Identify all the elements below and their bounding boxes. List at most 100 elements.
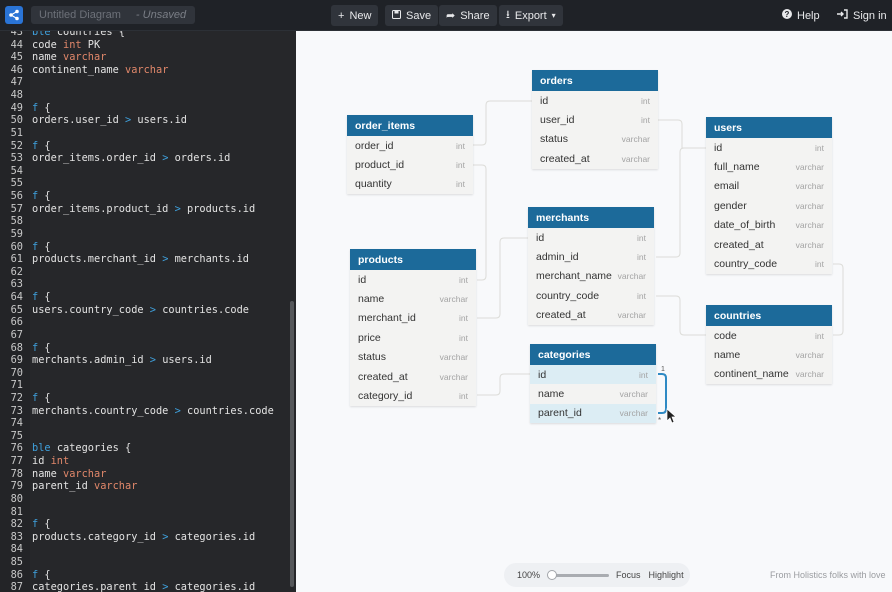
table-field-row[interactable]: code int xyxy=(706,326,832,345)
table-field-row[interactable]: created_at varchar xyxy=(350,367,476,386)
table-field-row[interactable]: id int xyxy=(532,91,658,110)
code-line[interactable]: 49 f { xyxy=(0,102,290,115)
table-header[interactable]: order_items xyxy=(347,115,473,136)
code-line[interactable]: 46 continent_name varchar xyxy=(0,64,290,77)
table-field-row[interactable]: continent_name varchar xyxy=(706,365,832,384)
code-line[interactable]: 80 xyxy=(0,493,290,506)
diagram-canvas[interactable]: 1 * orders id int user_id int status varchar cr… xyxy=(296,31,892,592)
save-button[interactable]: Save xyxy=(385,5,439,26)
table-field-row[interactable]: price int xyxy=(350,328,476,347)
code-line[interactable]: 58 xyxy=(0,215,290,228)
code-line[interactable]: 82 f { xyxy=(0,518,290,531)
table-field-row[interactable]: created_at varchar xyxy=(532,149,658,168)
table-field-row[interactable]: order_id int xyxy=(347,136,473,155)
table-field-row[interactable]: admin_id int xyxy=(528,247,654,266)
code-line[interactable]: 48 xyxy=(0,89,290,102)
export-button[interactable]: ⭳ Export ▾ xyxy=(499,5,563,26)
table-field-row[interactable]: gender varchar xyxy=(706,196,832,215)
table-field-row[interactable]: name varchar xyxy=(530,384,656,403)
table-countries[interactable]: countries code int name varchar continent_nam… xyxy=(706,305,832,385)
table-field-row[interactable]: id int xyxy=(530,365,656,385)
code-line[interactable]: 79 parent_id varchar xyxy=(0,480,290,493)
focus-button[interactable]: Focus xyxy=(616,570,641,580)
table-header[interactable]: merchants xyxy=(528,207,654,228)
table-field-row[interactable]: merchant_name varchar xyxy=(528,267,654,286)
app-logo-icon[interactable] xyxy=(5,6,23,24)
code-line[interactable]: 85 xyxy=(0,556,290,569)
table-field-row[interactable]: status varchar xyxy=(532,130,658,149)
table-field-row[interactable]: id int xyxy=(350,270,476,289)
table-field-row[interactable]: created_at varchar xyxy=(528,306,654,325)
editor-scrollbar[interactable] xyxy=(290,301,294,587)
code-line[interactable]: 81 xyxy=(0,506,290,519)
zoom-slider-handle[interactable] xyxy=(547,570,558,580)
code-line[interactable]: 78 name varchar xyxy=(0,468,290,481)
table-field-row[interactable]: full_name varchar xyxy=(706,157,832,176)
code-line[interactable]: 68 f { xyxy=(0,342,290,355)
table-field-row[interactable]: country_code int xyxy=(528,286,654,305)
sign-in-link[interactable]: Sign in xyxy=(837,5,887,26)
code-line[interactable]: 64 f { xyxy=(0,291,290,304)
table-field-row[interactable]: country_code int xyxy=(706,254,832,273)
table-field-row[interactable]: user_id int xyxy=(532,110,658,129)
table-field-row[interactable]: name varchar xyxy=(350,289,476,308)
help-link[interactable]: ? Help xyxy=(782,5,820,26)
code-line[interactable]: 76 ble categories { xyxy=(0,442,290,455)
code-line[interactable]: 47 xyxy=(0,76,290,89)
code-line[interactable]: 54 xyxy=(0,165,290,178)
table-order-items[interactable]: order_items order_id int product_id int quant… xyxy=(347,115,473,195)
code-line[interactable]: 71 xyxy=(0,379,290,392)
code-line[interactable]: 44 code int PK xyxy=(0,39,290,52)
code-line[interactable]: 83 products.category_id > categories.id xyxy=(0,531,290,544)
code-line[interactable]: 61 products.merchant_id > merchants.id xyxy=(0,253,290,266)
code-line[interactable]: 77 id int xyxy=(0,455,290,468)
code-line[interactable]: 56 f { xyxy=(0,190,290,203)
table-header[interactable]: orders xyxy=(532,70,658,91)
code-editor[interactable]: 43 ble countries {44 code int PK 45 name var… xyxy=(0,31,296,592)
code-line[interactable]: 57 order_items.product_id > products.id xyxy=(0,203,290,216)
zoom-slider[interactable] xyxy=(547,570,610,580)
table-products[interactable]: products id int name varchar merchant_id int pr… xyxy=(350,249,476,406)
share-button[interactable]: ➦ Share xyxy=(439,5,497,26)
diagram-title-input[interactable]: Untitled Diagram - Unsaved xyxy=(31,6,195,24)
table-header[interactable]: categories xyxy=(530,344,656,365)
table-field-row[interactable]: merchant_id int xyxy=(350,309,476,328)
table-categories[interactable]: categories id int name varchar parent_id varch… xyxy=(530,344,656,424)
table-field-row[interactable]: name varchar xyxy=(706,345,832,364)
code-line[interactable]: 74 xyxy=(0,417,290,430)
code-line[interactable]: 70 xyxy=(0,367,290,380)
code-line[interactable]: 55 xyxy=(0,177,290,190)
code-line[interactable]: 52 f { xyxy=(0,140,290,153)
table-orders[interactable]: orders id int user_id int status varchar create… xyxy=(532,70,658,169)
code-line[interactable]: 53 order_items.order_id > orders.id xyxy=(0,152,290,165)
code-line[interactable]: 72 f { xyxy=(0,392,290,405)
new-button[interactable]: + New xyxy=(331,5,379,26)
code-line[interactable]: 63 xyxy=(0,278,290,291)
table-field-row[interactable]: quantity int xyxy=(347,175,473,194)
table-merchants[interactable]: merchants id int admin_id int merchant_name va… xyxy=(528,207,654,325)
code-line[interactable]: 69 merchants.admin_id > users.id xyxy=(0,354,290,367)
code-line[interactable]: 87 categories.parent_id > categories.id xyxy=(0,581,290,592)
code-line[interactable]: 73 merchants.country_code > countries.cod… xyxy=(0,405,290,418)
table-field-row[interactable]: status varchar xyxy=(350,348,476,367)
code-line[interactable]: 65 users.country_code > countries.code xyxy=(0,304,290,317)
code-line[interactable]: 86 f { xyxy=(0,569,290,582)
table-field-row[interactable]: category_id int xyxy=(350,386,476,405)
code-line[interactable]: 60 f { xyxy=(0,241,290,254)
table-field-row[interactable]: created_at varchar xyxy=(706,235,832,254)
code-line[interactable]: 75 xyxy=(0,430,290,443)
table-header[interactable]: products xyxy=(350,249,476,270)
table-users[interactable]: users id int full_name varchar email varchar ge… xyxy=(706,117,832,274)
highlight-button[interactable]: Highlight xyxy=(649,570,684,580)
table-header[interactable]: countries xyxy=(706,305,832,326)
code-line[interactable]: 84 xyxy=(0,543,290,556)
table-field-row[interactable]: product_id int xyxy=(347,155,473,174)
code-line[interactable]: 51 xyxy=(0,127,290,140)
table-field-row[interactable]: parent_id varchar xyxy=(530,403,656,424)
table-header[interactable]: users xyxy=(706,117,832,138)
table-field-row[interactable]: date_of_birth varchar xyxy=(706,216,832,235)
code-line[interactable]: 50 orders.user_id > users.id xyxy=(0,114,290,127)
table-field-row[interactable]: id int xyxy=(706,138,832,157)
table-field-row[interactable]: email varchar xyxy=(706,177,832,196)
code-line[interactable]: 67 xyxy=(0,329,290,342)
